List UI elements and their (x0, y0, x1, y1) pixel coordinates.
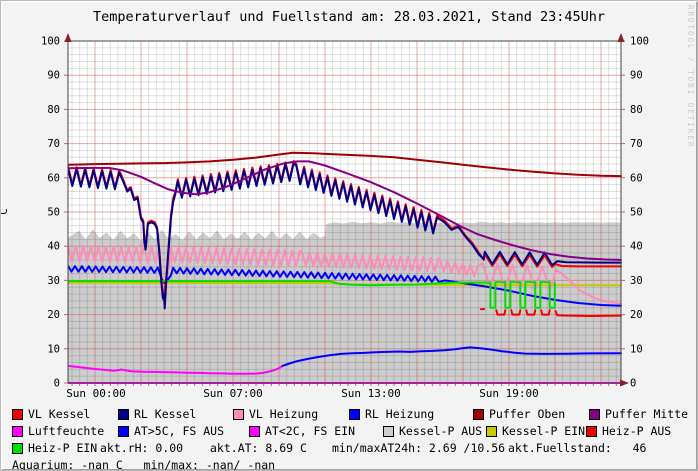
y-tick-label-left: 100 (41, 36, 60, 48)
legend-item: Kessel-P AUS (383, 424, 486, 438)
legend-label: akt.Fuellstand: 46 (508, 441, 646, 455)
legend-label: akt.rH: 0.00 (100, 441, 183, 455)
y-tick-label-left: 40 (47, 241, 60, 253)
legend-color-swatch (233, 409, 244, 420)
legend-label: RL Heizung (365, 407, 434, 421)
y-tick-label-right: 70 (630, 138, 643, 150)
legend-item: Heiz-P EIN (12, 441, 100, 455)
legend-item: akt.Fuellstand: 46 (508, 441, 646, 455)
legend-item: VL Heizung (233, 407, 349, 421)
y-tick-label-left: 90 (47, 70, 60, 82)
legend-color-swatch (486, 426, 497, 437)
legend-color-swatch (473, 409, 484, 420)
legend-label: Kessel-P EIN (502, 424, 585, 438)
legend-label: VL Heizung (249, 407, 318, 421)
y-tick-label-left: 80 (47, 104, 60, 116)
legend-label: Puffer Mitte (605, 407, 688, 421)
legend-color-swatch (383, 426, 394, 437)
y-tick-label-left: 50 (47, 207, 60, 219)
y-tick-label-right: 20 (630, 309, 643, 321)
legend-label: RL Kessel (134, 407, 196, 421)
y-tick-label-right: 60 (630, 172, 643, 184)
y-axis-arrow-right-icon (618, 33, 625, 42)
legend-color-swatch (589, 409, 600, 420)
y-tick-label-right: 40 (630, 241, 643, 253)
legend-item: AT<2C, FS EIN (249, 424, 383, 438)
y-tick-label-right: 90 (630, 70, 643, 82)
legend-item: Luftfeuchte (12, 424, 118, 438)
legend-color-swatch (586, 426, 597, 437)
legend-color-swatch (12, 409, 23, 420)
legend-color-swatch (118, 409, 129, 420)
y-tick-label-left: 70 (47, 138, 60, 150)
legend-color-swatch (12, 426, 23, 437)
x-tick-label: Sun 07:00 (203, 387, 263, 400)
rrdtool-graph: Temperaturverlauf und Fuellstand am: 28.… (0, 0, 698, 471)
x-axis-arrow-icon (620, 380, 629, 387)
y-tick-label-right: 50 (630, 207, 643, 219)
legend-item: Aquarium: -nan C min/max: -nan/ -nan (12, 458, 275, 471)
y-axis-arrow-left-icon (65, 33, 72, 42)
legend-row: VL Kessel RL Kessel VL Heizung RL Heizung Pu… (12, 407, 693, 424)
legend-label: Puffer Oben (489, 407, 565, 421)
legend-label: Aquarium: -nan C min/max: -nan/ -nan (12, 458, 275, 471)
legend-label: min/maxAT24h: 2.69 /10.56 (332, 441, 505, 455)
x-tick-label: Sun 13:00 (341, 387, 401, 400)
y-tick-label-right: 30 (630, 275, 643, 287)
y-tick-label-left: 20 (47, 309, 60, 321)
legend-label: Heiz-P EIN (28, 441, 97, 455)
legend-label: Heiz-P AUS (602, 424, 671, 438)
rrdtool-watermark: RRDTOOL / TOBI OETIKER (686, 5, 695, 148)
legend-row: Aquarium: -nan C min/max: -nan/ -nan (12, 458, 693, 471)
legend-label: VL Kessel (28, 407, 90, 421)
y-tick-label-right: 100 (630, 36, 649, 48)
legend-row: Luftfeuchte AT>5C, FS AUS AT<2C, FS EIN Kes… (12, 424, 693, 441)
legend-item: Heiz-P AUS (586, 424, 671, 438)
y-tick-label-left: 10 (47, 343, 60, 355)
legend-row: Heiz-P EINakt.rH: 0.00 akt.AT: 8.69 C min/… (12, 441, 693, 458)
x-tick-label: Sun 00:00 (66, 387, 126, 400)
legend-item: Puffer Mitte (589, 407, 688, 421)
legend-item: Kessel-P EIN (486, 424, 586, 438)
legend-item: VL Kessel (12, 407, 118, 421)
legend-item: RL Heizung (349, 407, 473, 421)
chart-legend: VL Kessel RL Kessel VL Heizung RL Heizung Pu… (12, 407, 693, 471)
legend-color-swatch (249, 426, 260, 437)
y-tick-label-right: 80 (630, 104, 643, 116)
y-tick-label-right: 0 (630, 378, 636, 390)
legend-label: AT<2C, FS EIN (265, 424, 355, 438)
legend-label: Kessel-P AUS (399, 424, 482, 438)
legend-color-swatch (349, 409, 360, 420)
legend-item: Puffer Oben (473, 407, 589, 421)
y-tick-label-left: 30 (47, 275, 60, 287)
legend-item: RL Kessel (118, 407, 233, 421)
legend-item: akt.AT: 8.69 C (210, 441, 332, 455)
legend-item: akt.rH: 0.00 (100, 441, 210, 455)
legend-label: akt.AT: 8.69 C (210, 441, 307, 455)
y-tick-label-left: 0 (54, 378, 60, 390)
legend-item: min/maxAT24h: 2.69 /10.56 (332, 441, 508, 455)
legend-label: Luftfeuchte (28, 424, 104, 438)
legend-color-swatch (12, 443, 23, 454)
temperature-chart: 0 0 10 10 20 20 30 30 40 40 50 50 60 60 70 70 80 80 90 90 10… (1, 1, 698, 471)
y-tick-label-left: 60 (47, 172, 60, 184)
x-tick-label: Sun 19:00 (479, 387, 539, 400)
legend-item: AT>5C, FS AUS (118, 424, 249, 438)
y-tick-label-right: 10 (630, 343, 643, 355)
legend-color-swatch (118, 426, 129, 437)
legend-label: AT>5C, FS AUS (134, 424, 224, 438)
